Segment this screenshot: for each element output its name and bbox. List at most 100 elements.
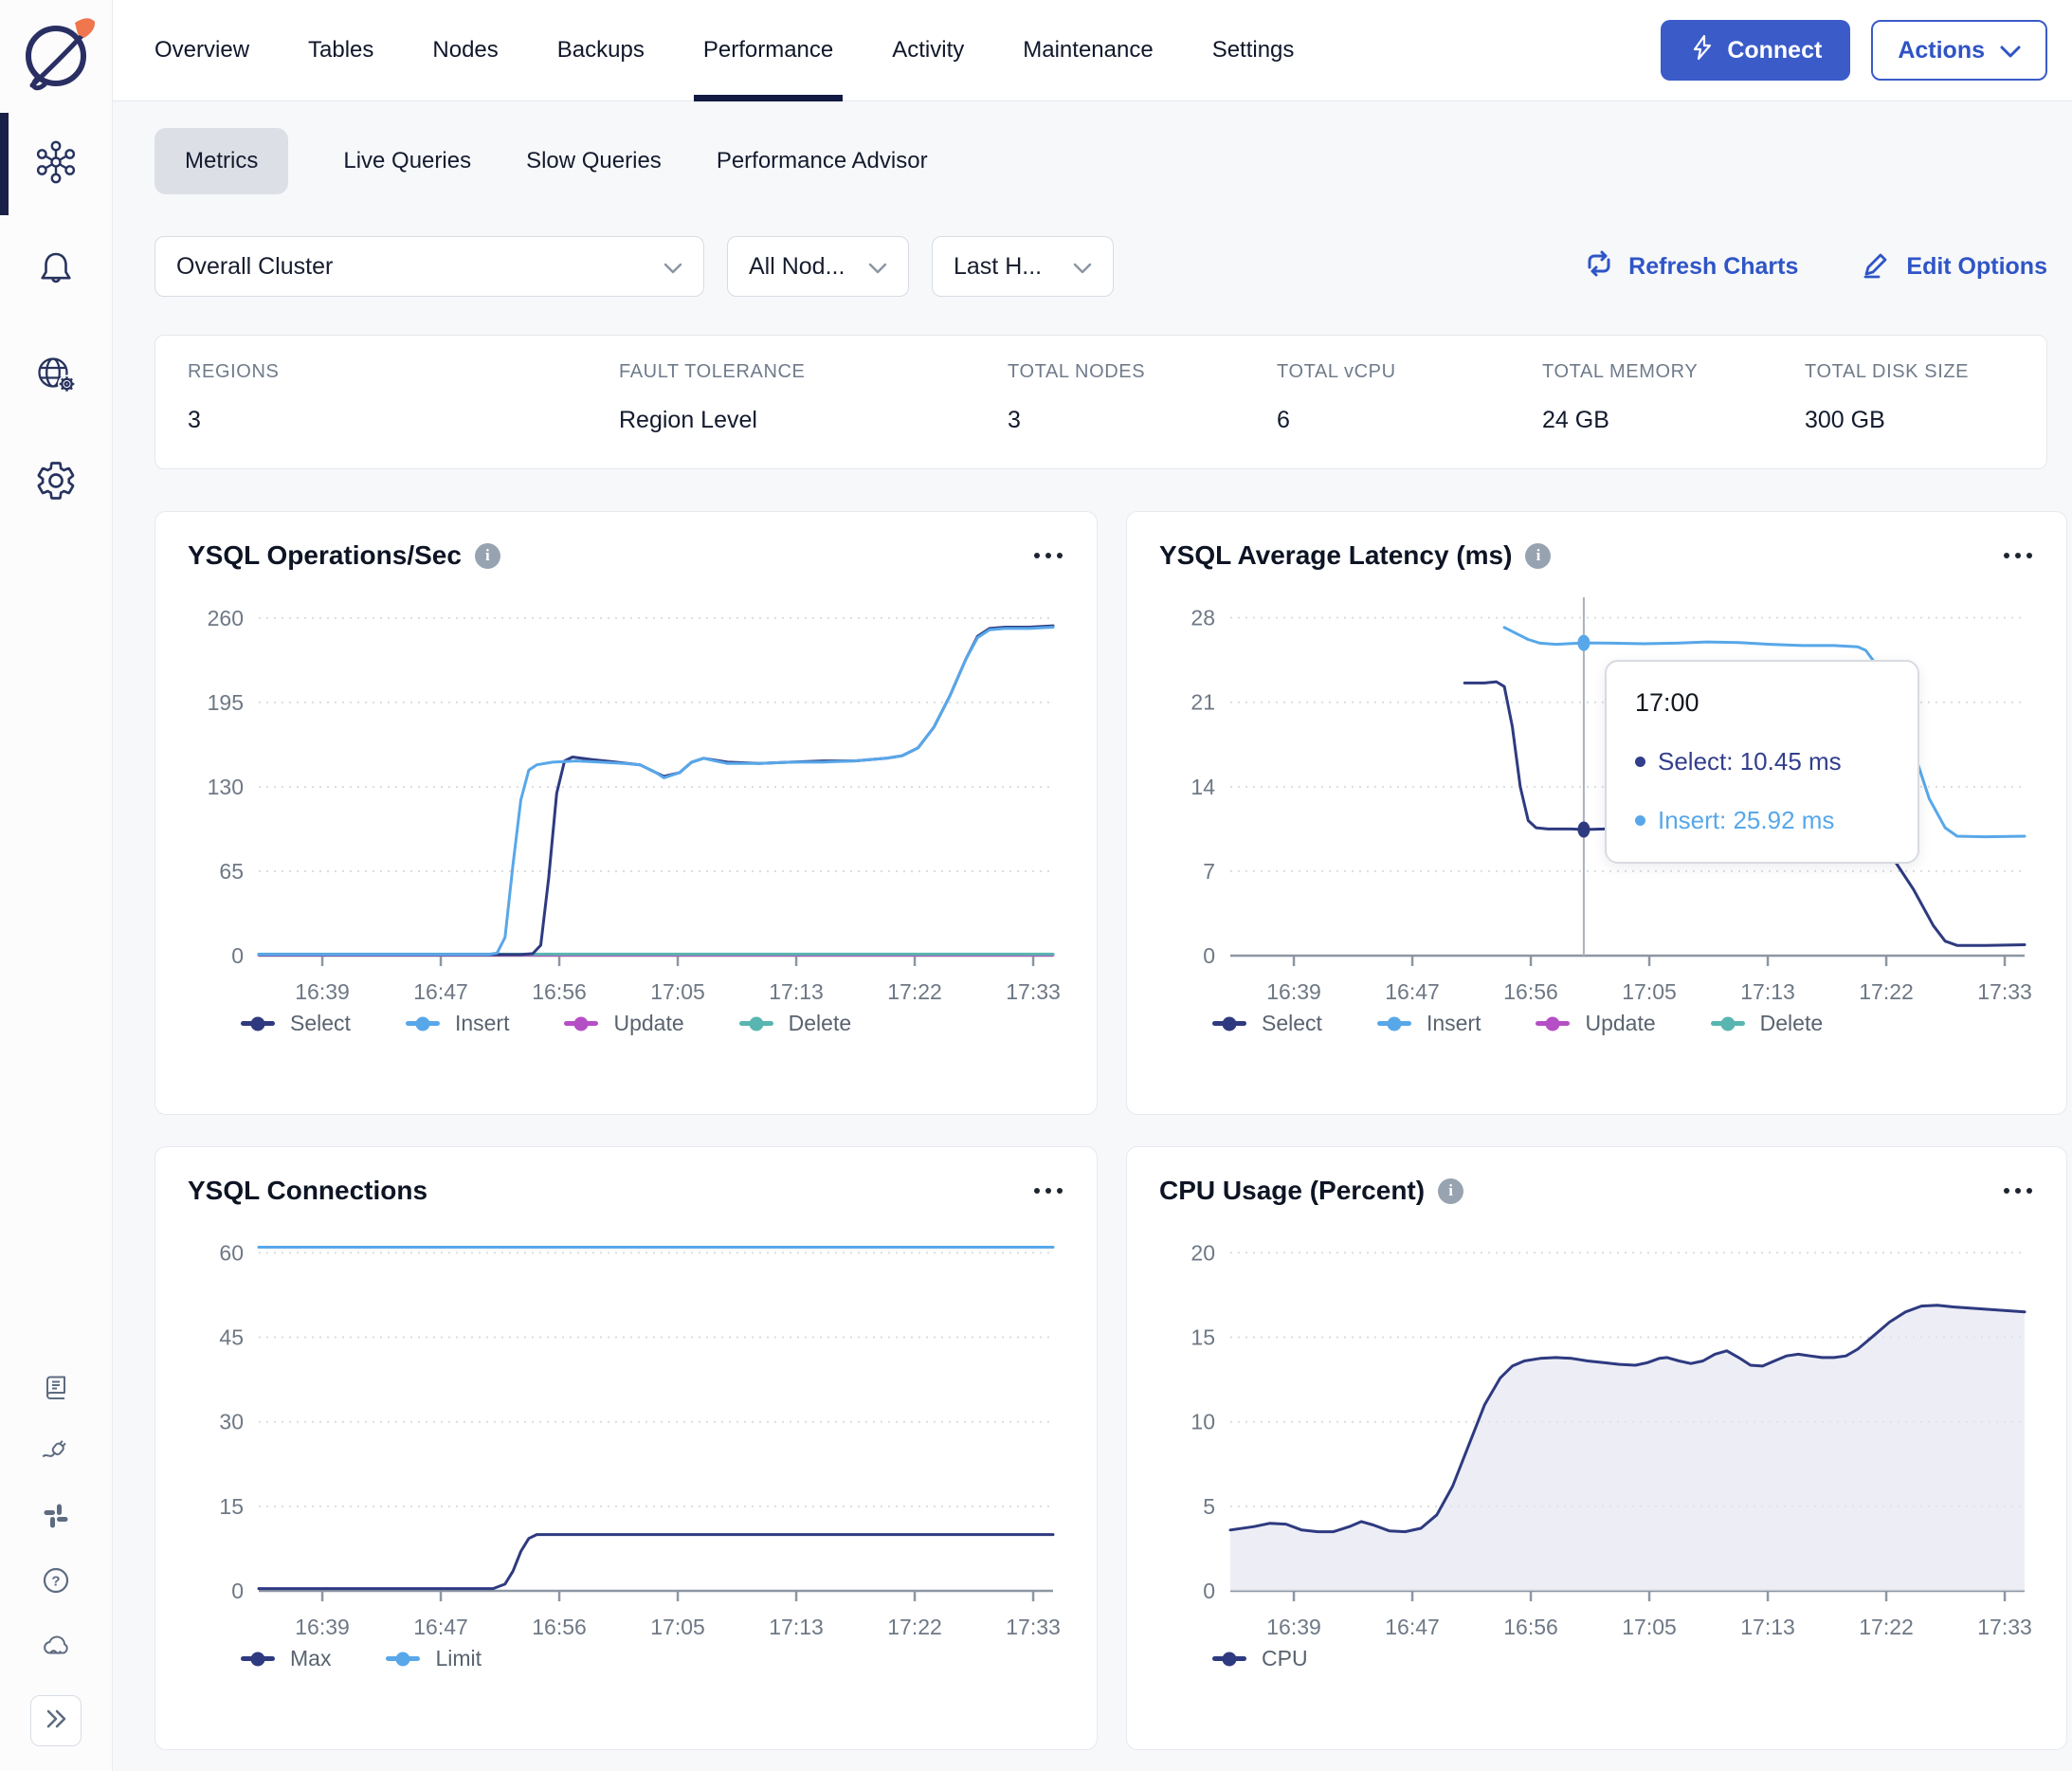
nav-tab-backups[interactable]: Backups — [557, 0, 645, 100]
svg-text:16:47: 16:47 — [1385, 1615, 1440, 1639]
cloud-status-icon[interactable] — [41, 1631, 71, 1664]
subtab-slow-queries[interactable]: Slow Queries — [526, 128, 662, 194]
svg-text:17:22: 17:22 — [887, 979, 942, 1004]
legend-marker — [738, 1016, 773, 1031]
sidebar-nav — [0, 111, 112, 536]
chart-canvas[interactable]: 0 15 30 45 60 16:39 16:47 16:56 17:05 17:13 17:22 1… — [188, 1219, 1063, 1646]
help-icon[interactable]: ? — [42, 1566, 70, 1599]
tooltip-series-dot — [1635, 815, 1645, 826]
sidebar-item-clusters[interactable] — [0, 111, 112, 217]
legend-item-insert[interactable]: Insert — [405, 1011, 510, 1036]
chart-legend: Max Limit — [241, 1646, 1064, 1671]
chart-menu-kebab-icon[interactable] — [1032, 1180, 1064, 1201]
connect-button[interactable]: Connect — [1661, 20, 1851, 81]
svg-text:17:05: 17:05 — [650, 979, 705, 1004]
chart-canvas[interactable]: 0 65 130 195 260 16:39 16:47 16:56 17:05 17:13 17:… — [188, 584, 1063, 1011]
legend-item-delete[interactable]: Delete — [1710, 1011, 1823, 1036]
nav-actions: Connect Actions — [1661, 20, 2047, 81]
stat-total-memory: TOTAL MEMORY 24 GB — [1542, 336, 1805, 468]
legend-item-delete[interactable]: Delete — [738, 1011, 851, 1036]
chart-plot-area: 0 7 14 21 28 16:39 16:47 16:56 17:05 17:13 17:22 17… — [1159, 584, 2034, 1011]
charts-grid: YSQL Operations/Sec i 0 65 130 195 260 16:39 16:… — [154, 511, 2067, 1750]
chart-menu-kebab-icon[interactable] — [2002, 545, 2034, 566]
svg-text:17:13: 17:13 — [769, 1615, 824, 1639]
stat-total-nodes: TOTAL NODES 3 — [1008, 336, 1277, 468]
nav-tab-settings[interactable]: Settings — [1212, 0, 1295, 100]
legend-item-update[interactable]: Update — [1536, 1011, 1656, 1036]
docs-book-icon[interactable] — [42, 1373, 70, 1406]
svg-text:17:33: 17:33 — [1006, 1615, 1061, 1639]
svg-text:195: 195 — [208, 690, 244, 715]
svg-text:16:39: 16:39 — [1266, 979, 1321, 1004]
app-logo[interactable] — [12, 9, 100, 101]
legend-label: Insert — [454, 1011, 510, 1035]
legend-marker — [241, 1016, 275, 1031]
stat-label: TOTAL vCPU — [1277, 361, 1396, 382]
actions-button[interactable]: Actions — [1871, 20, 2047, 81]
svg-text:5: 5 — [1203, 1494, 1215, 1519]
legend-item-limit[interactable]: Limit — [386, 1646, 482, 1671]
slack-icon[interactable] — [42, 1502, 70, 1535]
nav-tab-activity[interactable]: Activity — [892, 0, 964, 100]
legend-marker — [386, 1652, 421, 1666]
svg-text:17:13: 17:13 — [1740, 1615, 1795, 1639]
chart-canvas[interactable]: 0 5 10 15 20 16:39 16:47 16:56 17:05 17:13 17:22 17… — [1159, 1219, 2034, 1646]
chart-card-header: YSQL Connections — [188, 1176, 1064, 1206]
chart-title: YSQL Connections — [188, 1176, 428, 1205]
chart-title: CPU Usage (Percent) — [1159, 1176, 1426, 1205]
nav-tab-performance[interactable]: Performance — [693, 0, 844, 101]
legend-item-max[interactable]: Max — [241, 1646, 331, 1671]
svg-text:16:47: 16:47 — [1385, 979, 1440, 1004]
chart-title: YSQL Average Latency (ms) — [1159, 540, 1513, 570]
time-range-select[interactable]: Last H... — [932, 236, 1114, 297]
subtab-live-queries[interactable]: Live Queries — [343, 128, 471, 194]
sidebar-bottom-nav: ? — [30, 1373, 82, 1746]
stat-total-disk-size: TOTAL DISK SIZE 300 GB — [1805, 336, 2014, 468]
legend-item-select[interactable]: Select — [241, 1011, 351, 1036]
legend-label: Limit — [435, 1646, 482, 1671]
info-icon[interactable]: i — [1438, 1178, 1464, 1204]
legend-item-cpu[interactable]: CPU — [1212, 1646, 1308, 1671]
svg-text:15: 15 — [1190, 1325, 1215, 1350]
plug-icon[interactable] — [42, 1437, 70, 1470]
info-icon[interactable]: i — [1525, 542, 1552, 569]
content-area: Metrics Live Queries Slow Queries Performan… — [113, 101, 2072, 1750]
stat-label: TOTAL NODES — [1008, 361, 1146, 382]
sidebar: ? — [0, 0, 113, 1771]
legend-item-select[interactable]: Select — [1212, 1011, 1322, 1036]
cluster-scope-select[interactable]: Overall Cluster — [154, 236, 704, 297]
legend-marker — [241, 1652, 275, 1666]
chart-toolbar: Refresh Charts Edit Options — [1583, 247, 2047, 286]
chart-legend: Select Insert Update Delete — [1212, 1011, 2034, 1036]
nav-tab-overview[interactable]: Overview — [154, 0, 249, 100]
sidebar-item-settings[interactable] — [0, 429, 112, 536]
svg-text:0: 0 — [1203, 1579, 1215, 1603]
svg-text:10: 10 — [1190, 1410, 1215, 1434]
subtab-metrics[interactable]: Metrics — [154, 128, 289, 194]
nav-tab-maintenance[interactable]: Maintenance — [1023, 0, 1153, 100]
legend-item-insert[interactable]: Insert — [1376, 1011, 1481, 1036]
subtab-performance-advisor[interactable]: Performance Advisor — [717, 128, 928, 194]
chart-menu-kebab-icon[interactable] — [2002, 1180, 2034, 1201]
chevron-down-icon — [2000, 37, 2021, 64]
sidebar-item-network[interactable] — [0, 323, 112, 429]
nav-tab-tables[interactable]: Tables — [308, 0, 373, 100]
edit-options-link[interactable]: Edit Options — [1861, 247, 2047, 286]
chart-legend: CPU — [1212, 1646, 2034, 1671]
legend-item-update[interactable]: Update — [564, 1011, 684, 1036]
svg-text:260: 260 — [208, 606, 244, 630]
svg-text:0: 0 — [231, 1579, 244, 1603]
nodes-select[interactable]: All Nod... — [727, 236, 909, 297]
sidebar-item-alerts[interactable] — [0, 217, 112, 323]
svg-text:17:22: 17:22 — [1859, 1615, 1914, 1639]
chart-menu-kebab-icon[interactable] — [1032, 545, 1064, 566]
svg-text:60: 60 — [219, 1240, 244, 1265]
stat-label: TOTAL MEMORY — [1542, 361, 1699, 382]
info-icon[interactable]: i — [474, 542, 500, 569]
sidebar-expand-button[interactable] — [30, 1695, 82, 1746]
tooltip-time: 17:00 — [1635, 688, 1699, 717]
tooltip-series-value: Select: 10.45 ms — [1635, 747, 1889, 776]
refresh-charts-link[interactable]: Refresh Charts — [1583, 247, 1798, 286]
nav-tab-nodes[interactable]: Nodes — [432, 0, 498, 100]
chart-card-cpu-usage-percent: CPU Usage (Percent) i 0 5 10 15 20 16:39 16:47 16… — [1126, 1146, 2067, 1750]
